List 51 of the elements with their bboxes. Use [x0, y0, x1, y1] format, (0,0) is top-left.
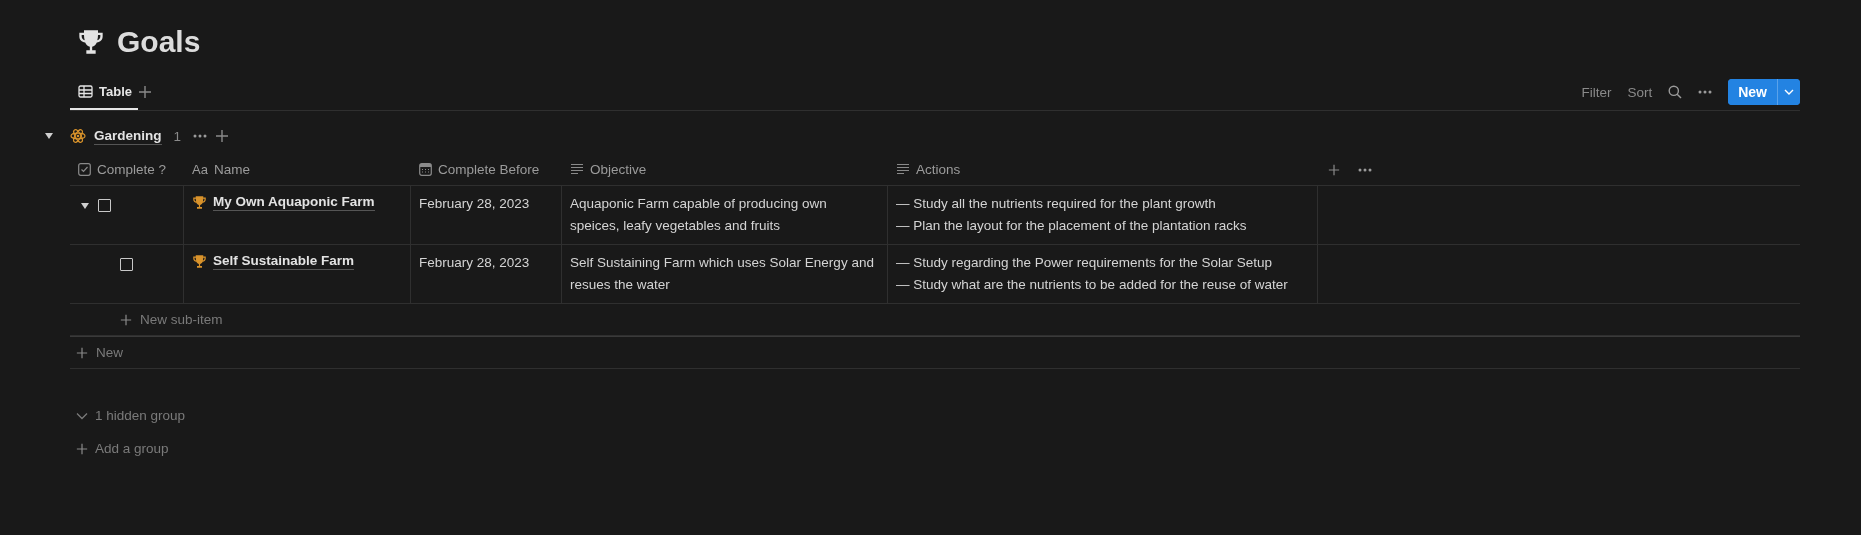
more-icon[interactable] [1358, 167, 1372, 172]
calendar-icon [419, 163, 432, 176]
action-line: — Study all the nutrients required for the plant growth [896, 195, 1217, 213]
add-column-icon[interactable] [1328, 163, 1340, 176]
plus-icon[interactable] [76, 346, 88, 359]
more-icon[interactable] [193, 134, 208, 138]
checkbox[interactable] [120, 258, 133, 271]
action-line: — Study what are the nutrients to be added for the reuse of water [896, 276, 1289, 294]
date-text: February 28, 2023 [419, 255, 530, 270]
column-header[interactable]: Name [213, 162, 250, 177]
chevron-down-icon[interactable] [76, 411, 88, 420]
row-title[interactable]: Self Sustainable Farm [213, 252, 355, 270]
trophy-icon [77, 28, 105, 56]
trophy-icon [192, 194, 207, 210]
more-icon[interactable] [1698, 90, 1713, 94]
objective-text: Aquaponic Farm capable of producing own speices, leafy vegetables and fruits [570, 196, 827, 233]
new-row-button[interactable]: New [96, 345, 123, 360]
add-icon[interactable] [215, 129, 230, 143]
group-name[interactable]: Gardening [94, 127, 162, 145]
checkbox[interactable] [98, 199, 111, 212]
group-count: 1 [173, 128, 182, 144]
view-tab[interactable]: Table [70, 74, 138, 110]
trophy-icon [192, 253, 207, 269]
date-text: February 28, 2023 [419, 196, 530, 211]
row-title[interactable]: My Own Aquaponic Farm [213, 193, 375, 211]
expand-triangle-icon[interactable] [80, 201, 90, 211]
filter-button[interactable]: Filter [1581, 84, 1612, 100]
action-line: — Study regarding the Power requirements for the Solar Setup [896, 254, 1273, 272]
add-view-icon[interactable] [138, 85, 152, 99]
text-lines-icon [896, 163, 910, 176]
table-icon [78, 84, 93, 98]
new-sub-item-button[interactable]: New sub-item [140, 312, 223, 327]
sort-button[interactable]: Sort [1627, 84, 1653, 100]
column-header[interactable]: Objective [590, 162, 647, 177]
action-line: — Plan the layout for the placement of the plantation racks [896, 217, 1248, 235]
objective-text: Self Sustaining Farm which uses Solar Energy and resues the water [570, 255, 874, 292]
collapse-triangle-icon[interactable] [44, 131, 54, 141]
checkbox-icon [78, 163, 91, 176]
column-header[interactable]: Actions [916, 162, 961, 177]
type-label: Aa [192, 162, 208, 177]
plus-icon[interactable] [120, 313, 132, 326]
hidden-groups-toggle[interactable]: 1 hidden group [95, 408, 186, 423]
text-lines-icon [570, 163, 584, 176]
column-header[interactable]: Complete ? [97, 162, 167, 177]
page-title: Goals [117, 25, 201, 59]
chevron-down-icon [1784, 89, 1794, 95]
add-group-button[interactable]: Add a group [95, 441, 169, 456]
plus-icon[interactable] [76, 442, 88, 455]
column-header[interactable]: Complete Before [438, 162, 540, 177]
search-icon[interactable] [1668, 85, 1683, 99]
atom-icon [70, 128, 86, 144]
